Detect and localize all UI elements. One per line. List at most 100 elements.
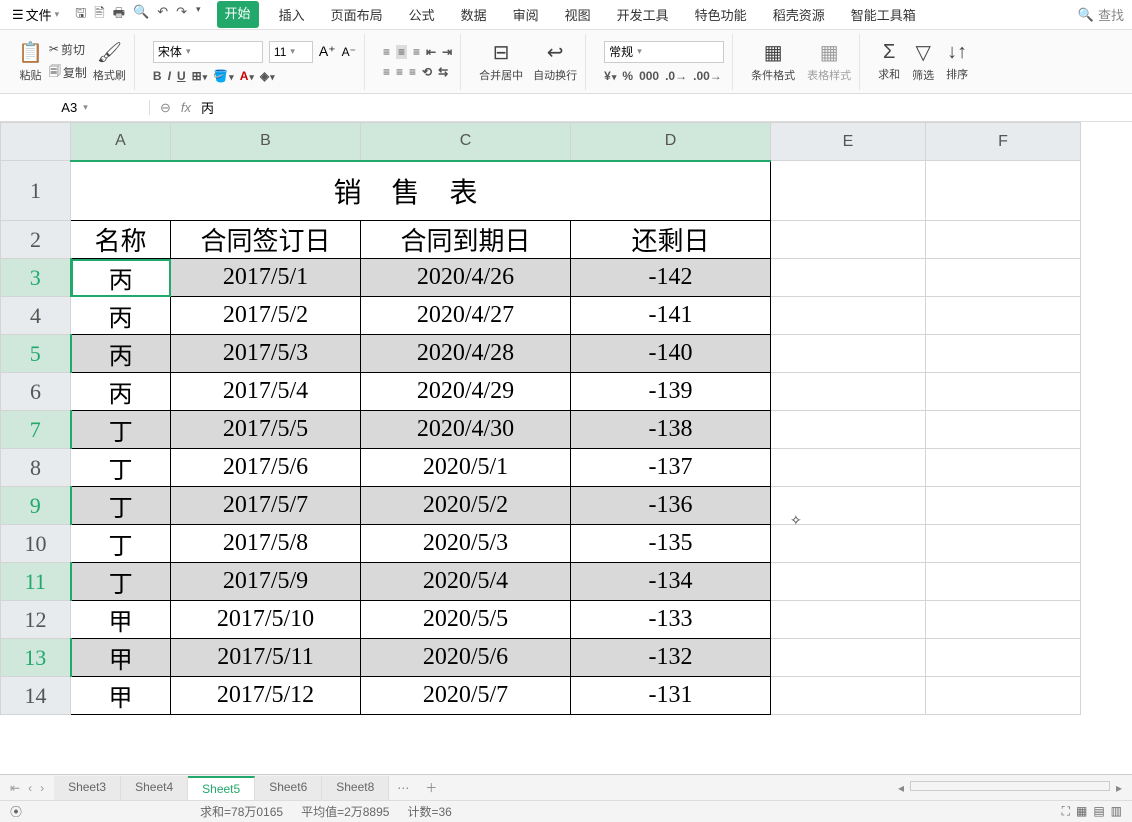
cell[interactable] <box>771 259 926 297</box>
decrease-decimal-icon[interactable]: .00→ <box>693 69 722 83</box>
sheet-tab-Sheet3[interactable]: Sheet3 <box>54 776 121 800</box>
row-header-9[interactable]: 9 <box>1 487 71 525</box>
sort-button[interactable]: ↓↑排序 <box>946 41 968 82</box>
row-header-11[interactable]: 11 <box>1 563 71 601</box>
scroll-right-icon[interactable]: ▸ <box>1116 781 1122 795</box>
cell-D9[interactable]: -136 <box>571 487 771 525</box>
cell-A8[interactable]: 丁 <box>71 449 171 487</box>
filter-button[interactable]: ▽筛选 <box>912 40 934 83</box>
cancel-icon[interactable]: ⊖ <box>160 100 171 116</box>
cell[interactable] <box>771 411 926 449</box>
tab-智能工具箱[interactable]: 智能工具箱 <box>845 1 922 28</box>
fullscreen-icon[interactable]: ⛶ <box>1062 804 1070 819</box>
cell-D12[interactable]: -133 <box>571 601 771 639</box>
tab-特色功能[interactable]: 特色功能 <box>689 1 753 28</box>
header-cell[interactable]: 名称 <box>71 221 171 259</box>
sum-button[interactable]: Σ求和 <box>878 41 900 82</box>
normal-view-icon[interactable]: ▦ <box>1076 804 1087 819</box>
row-header-8[interactable]: 8 <box>1 449 71 487</box>
cell-C14[interactable]: 2020/5/7 <box>361 677 571 715</box>
scroll-track[interactable] <box>910 781 1110 791</box>
cell-C9[interactable]: 2020/5/2 <box>361 487 571 525</box>
wrap-text-button[interactable]: ↩自动换行 <box>533 40 577 83</box>
cell[interactable] <box>771 297 926 335</box>
fx-icon[interactable]: fx <box>181 100 191 115</box>
align-bottom-icon[interactable]: ≡ <box>413 45 420 59</box>
currency-icon[interactable]: ¥▾ <box>604 69 616 83</box>
cell-C13[interactable]: 2020/5/6 <box>361 639 571 677</box>
cell-B14[interactable]: 2017/5/12 <box>171 677 361 715</box>
cell-D6[interactable]: -139 <box>571 373 771 411</box>
align-left-icon[interactable]: ≡ <box>383 65 390 79</box>
spreadsheet-grid[interactable]: ABCDEF1销售表2名称合同签订日合同到期日还剩日3丙2017/5/12020… <box>0 122 1132 778</box>
cell[interactable] <box>926 161 1081 221</box>
save-icon[interactable]: 🖫 <box>75 4 86 26</box>
cell[interactable] <box>926 487 1081 525</box>
rtl-icon[interactable]: ⇆ <box>438 65 448 79</box>
merge-center-button[interactable]: ⊟合并居中 <box>479 40 523 83</box>
cell-A9[interactable]: 丁 <box>71 487 171 525</box>
sheet-more-icon[interactable]: ⋯ <box>389 781 417 795</box>
comma-icon[interactable]: 000 <box>639 69 659 83</box>
qat-dropdown[interactable]: ▾ <box>196 4 201 26</box>
cell-A12[interactable]: 甲 <box>71 601 171 639</box>
title-icon[interactable]: 🖹 <box>94 4 104 26</box>
italic-button[interactable]: I <box>168 69 171 83</box>
cell-B7[interactable]: 2017/5/5 <box>171 411 361 449</box>
add-sheet-button[interactable]: ＋ <box>417 779 445 796</box>
cell[interactable] <box>926 297 1081 335</box>
row-header-13[interactable]: 13 <box>1 639 71 677</box>
phonetic-button[interactable]: ◈▾ <box>260 69 275 83</box>
record-macro-icon[interactable]: ⦿ <box>10 803 22 820</box>
cell[interactable] <box>926 259 1081 297</box>
cell-D7[interactable]: -138 <box>571 411 771 449</box>
cell-C10[interactable]: 2020/5/3 <box>361 525 571 563</box>
cell-D11[interactable]: -134 <box>571 563 771 601</box>
cell-C5[interactable]: 2020/4/28 <box>361 335 571 373</box>
conditional-format-button[interactable]: ▦条件格式 <box>751 40 795 83</box>
cell[interactable] <box>771 221 926 259</box>
preview-icon[interactable]: 🔍 <box>133 4 149 26</box>
indent-increase-icon[interactable]: ⇥ <box>442 45 452 59</box>
file-menu[interactable]: ☰ 文件▾ <box>8 5 63 24</box>
cell[interactable] <box>926 563 1081 601</box>
select-all-corner[interactable] <box>1 123 71 161</box>
tab-稻壳资源[interactable]: 稻壳资源 <box>767 1 831 28</box>
first-sheet-icon[interactable]: ⇤ <box>10 781 20 795</box>
border-button[interactable]: ⊞▾ <box>192 69 208 83</box>
cell[interactable] <box>926 601 1081 639</box>
underline-button[interactable]: U <box>177 69 186 83</box>
cut-button[interactable]: ✂ 剪切 <box>49 41 87 58</box>
cell-B8[interactable]: 2017/5/6 <box>171 449 361 487</box>
next-sheet-icon[interactable]: › <box>40 781 44 795</box>
font-color-button[interactable]: A▾ <box>240 69 254 83</box>
cell-A14[interactable]: 甲 <box>71 677 171 715</box>
tab-开发工具[interactable]: 开发工具 <box>611 1 675 28</box>
cell[interactable] <box>771 563 926 601</box>
sheet-tab-Sheet5[interactable]: Sheet5 <box>188 776 255 800</box>
cell-D3[interactable]: -142 <box>571 259 771 297</box>
cell-B3[interactable]: 2017/5/1 <box>171 259 361 297</box>
header-cell[interactable]: 合同签订日 <box>171 221 361 259</box>
cell-C4[interactable]: 2020/4/27 <box>361 297 571 335</box>
row-header-4[interactable]: 4 <box>1 297 71 335</box>
cell[interactable] <box>926 525 1081 563</box>
tab-页面布局[interactable]: 页面布局 <box>325 1 389 28</box>
cell-C3[interactable]: 2020/4/26 <box>361 259 571 297</box>
cell-A13[interactable]: 甲 <box>71 639 171 677</box>
format-painter-button[interactable]: 🖌格式刷 <box>93 40 126 83</box>
cell-A6[interactable]: 丙 <box>71 373 171 411</box>
undo-icon[interactable]: ↶ <box>157 4 168 26</box>
formula-input[interactable]: 丙 <box>201 98 214 117</box>
header-cell[interactable]: 还剩日 <box>571 221 771 259</box>
row-header-14[interactable]: 14 <box>1 677 71 715</box>
cell[interactable] <box>926 335 1081 373</box>
name-box[interactable]: A3▾ <box>0 100 150 115</box>
sheet-tab-Sheet4[interactable]: Sheet4 <box>121 776 188 800</box>
align-right-icon[interactable]: ≡ <box>409 65 416 79</box>
redo-icon[interactable]: ↷ <box>176 4 187 26</box>
col-header-D[interactable]: D <box>571 123 771 161</box>
font-size-combo[interactable]: 11▾ <box>269 41 313 63</box>
paste-button[interactable]: 📋粘贴 <box>18 40 43 83</box>
align-center-icon[interactable]: ≡ <box>396 65 403 79</box>
